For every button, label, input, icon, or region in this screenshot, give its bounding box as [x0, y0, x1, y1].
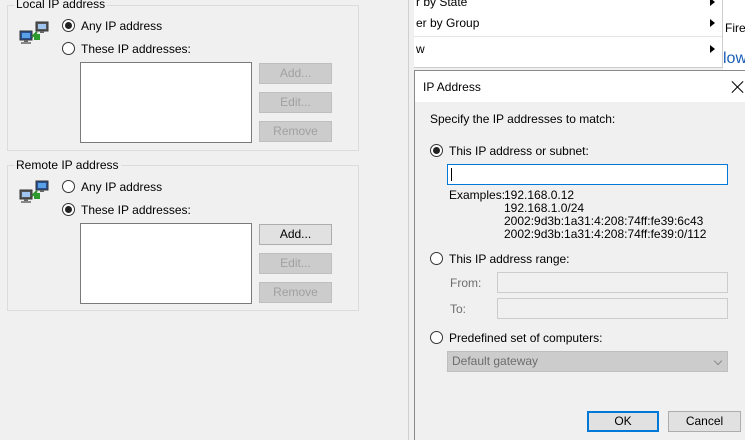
example-ipv4-subnet: 192.168.1.0/24 — [504, 201, 585, 215]
background-link: low — [723, 50, 745, 67]
menu-item-label: er by Group — [416, 16, 480, 30]
menu-item-filter-by-group[interactable]: er by Group — [414, 11, 722, 35]
dialog-instruction: Specify the IP addresses to match: — [430, 112, 616, 126]
cancel-button[interactable]: Cancel — [668, 411, 741, 432]
remote-ip-group-title: Remote IP address — [14, 158, 121, 172]
to-label: To: — [450, 302, 467, 316]
ok-button[interactable]: OK — [587, 411, 659, 432]
local-any-ip-label: Any IP address — [81, 19, 163, 33]
context-menu: r by State er by Group w — [414, 0, 723, 68]
range-label: This IP address range: — [449, 252, 570, 266]
remote-any-ip-radio[interactable] — [62, 180, 75, 193]
remote-add-button[interactable]: Add... — [259, 224, 332, 245]
local-add-button[interactable]: Add... — [259, 63, 332, 84]
examples-label: Examples: — [449, 188, 506, 202]
dialog-titlebar: IP Address — [415, 71, 745, 102]
network-computers-icon — [19, 180, 49, 203]
predefined-select[interactable]: Default gateway — [447, 351, 728, 372]
subnet-label: This IP address or subnet: — [449, 144, 589, 158]
subnet-radio[interactable] — [430, 144, 443, 157]
predefined-radio[interactable] — [430, 331, 443, 344]
local-these-ip-radio[interactable] — [62, 42, 75, 55]
window-divider — [408, 0, 409, 440]
close-icon[interactable] — [731, 80, 745, 94]
dialog-title: IP Address — [423, 80, 481, 94]
menu-item-label: r by State — [416, 0, 468, 9]
ip-address-dialog: IP Address Specify the IP addresses to m… — [414, 70, 745, 440]
subnet-input[interactable] — [447, 164, 728, 185]
menu-item-view[interactable]: w — [414, 37, 722, 61]
remote-ip-listbox[interactable] — [80, 223, 252, 304]
remote-edit-button[interactable]: Edit... — [259, 253, 332, 274]
from-label: From: — [450, 276, 482, 290]
remote-these-ip-label: These IP addresses: — [81, 203, 191, 217]
example-ipv6-subnet: 2002:9d3b:1a31:4:208:74ff:fe39:0/112 — [504, 227, 707, 241]
range-from-input[interactable] — [497, 272, 728, 293]
remote-these-ip-radio[interactable] — [62, 203, 75, 216]
remote-any-ip-label: Any IP address — [81, 180, 163, 194]
remote-remove-button[interactable]: Remove — [259, 282, 332, 303]
local-ip-group-title: Local IP address — [14, 0, 108, 11]
background-text: Firev — [725, 21, 745, 35]
chevron-down-icon — [713, 356, 723, 366]
network-computers-icon — [19, 21, 49, 44]
predefined-label: Predefined set of computers: — [449, 331, 603, 345]
local-any-ip-radio[interactable] — [62, 19, 75, 32]
predefined-selected-value: Default gateway — [452, 354, 539, 368]
background-window-strip: Firev low — [723, 0, 745, 70]
range-radio[interactable] — [430, 252, 443, 265]
menu-item-label: w — [416, 42, 425, 56]
submenu-arrow-icon — [710, 19, 715, 27]
local-edit-button[interactable]: Edit... — [259, 92, 332, 113]
example-ipv4: 192.168.0.12 — [504, 188, 575, 202]
text-caret — [451, 168, 452, 181]
local-these-ip-label: These IP addresses: — [81, 42, 191, 56]
example-ipv6: 2002:9d3b:1a31:4:208:74ff:fe39:6c43 — [504, 214, 704, 228]
local-ip-listbox[interactable] — [80, 62, 252, 143]
submenu-arrow-icon — [710, 45, 715, 53]
submenu-arrow-icon — [710, 0, 715, 6]
local-remove-button[interactable]: Remove — [259, 121, 332, 142]
range-to-input[interactable] — [497, 298, 728, 319]
